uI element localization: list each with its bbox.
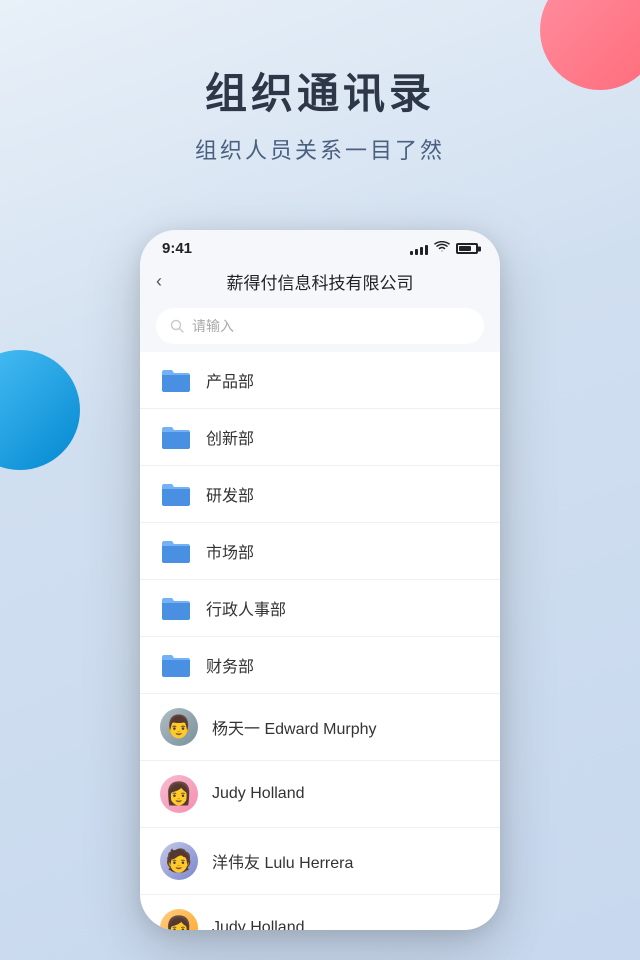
department-name: 创新部: [206, 425, 254, 449]
battery-icon: [456, 243, 478, 254]
signal-bar-2: [415, 249, 418, 255]
list-container: 产品部 创新部 研发部 市场部 行政人事部: [140, 352, 500, 930]
phone-mockup: 9:41 ‹ 薪得付信息科技有限公司: [140, 230, 500, 930]
nav-title: 薪得付信息科技有限公司: [186, 269, 454, 294]
avatar-face: 👩: [165, 917, 192, 930]
contact-name: Judy Holland: [212, 785, 305, 803]
department-item[interactable]: 创新部: [140, 409, 500, 466]
search-icon: [170, 319, 184, 333]
search-placeholder: 请输入: [192, 316, 234, 336]
status-bar: 9:41: [140, 230, 500, 263]
sub-title: 组织人员关系一目了然: [0, 133, 640, 165]
avatar: 👩: [160, 775, 198, 813]
avatar-face: 👩: [165, 783, 192, 805]
avatar: 👩: [160, 909, 198, 930]
contact-list: 👨 杨天一 Edward Murphy 👩 Judy Holland 🧑 洋伟友…: [140, 694, 500, 930]
bg-decoration-left: [0, 350, 80, 470]
signal-bar-3: [420, 247, 423, 255]
department-name: 行政人事部: [206, 596, 286, 620]
avatar: 🧑: [160, 842, 198, 880]
folder-icon: [160, 594, 192, 622]
department-item[interactable]: 财务部: [140, 637, 500, 694]
status-time: 9:41: [162, 240, 192, 257]
contact-item[interactable]: 👨 杨天一 Edward Murphy: [140, 694, 500, 761]
battery-fill: [459, 246, 471, 251]
folder-icon: [160, 537, 192, 565]
folder-icon: [160, 366, 192, 394]
department-list: 产品部 创新部 研发部 市场部 行政人事部: [140, 352, 500, 694]
contact-name: 洋伟友 Lulu Herrera: [212, 849, 353, 873]
nav-bar: ‹ 薪得付信息科技有限公司: [140, 263, 500, 304]
status-icons: [410, 241, 478, 256]
search-bar[interactable]: 请输入: [156, 308, 484, 344]
folder-icon: [160, 480, 192, 508]
folder-icon: [160, 651, 192, 679]
main-title: 组织通讯录: [0, 60, 640, 121]
department-item[interactable]: 市场部: [140, 523, 500, 580]
contact-name: 杨天一 Edward Murphy: [212, 715, 377, 739]
avatar-face: 👨: [165, 716, 192, 738]
signal-bar-4: [425, 245, 428, 255]
department-item[interactable]: 研发部: [140, 466, 500, 523]
header-section: 组织通讯录 组织人员关系一目了然: [0, 0, 640, 195]
signal-icon: [410, 243, 428, 255]
contact-item[interactable]: 👩 Judy Holland: [140, 761, 500, 828]
department-item[interactable]: 行政人事部: [140, 580, 500, 637]
avatar-face: 🧑: [165, 850, 192, 872]
signal-bar-1: [410, 251, 413, 255]
contact-item[interactable]: 👩 Judy Holland: [140, 895, 500, 930]
department-name: 研发部: [206, 482, 254, 506]
department-name: 市场部: [206, 539, 254, 563]
department-item[interactable]: 产品部: [140, 352, 500, 409]
department-name: 产品部: [206, 368, 254, 392]
wifi-icon: [434, 241, 450, 256]
avatar: 👨: [160, 708, 198, 746]
contact-name: Judy Holland: [212, 919, 305, 930]
folder-icon: [160, 423, 192, 451]
contact-item[interactable]: 🧑 洋伟友 Lulu Herrera: [140, 828, 500, 895]
department-name: 财务部: [206, 653, 254, 677]
back-button[interactable]: ‹: [156, 271, 186, 292]
